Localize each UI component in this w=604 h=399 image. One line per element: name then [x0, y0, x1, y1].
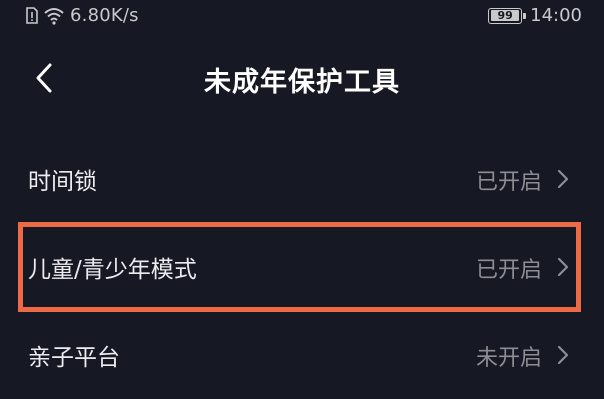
- setting-status: 未开启: [475, 346, 542, 371]
- chevron-right-icon: [557, 345, 569, 365]
- chevron-right-icon: [557, 169, 569, 189]
- battery-icon: 99: [488, 7, 527, 24]
- page-title: 未成年保护工具: [204, 67, 400, 98]
- setting-status: 已开启: [475, 258, 542, 283]
- setting-status: 已开启: [475, 170, 542, 195]
- battery-level: 99: [497, 9, 513, 22]
- clock: 14:00: [530, 5, 582, 26]
- status-bar: 6.80K/s 99 14:00: [0, 0, 604, 32]
- setting-row-parent-platform[interactable]: 亲子平台 未开启: [0, 311, 604, 399]
- status-bar-right: 99 14:00: [488, 5, 582, 26]
- setting-row-time-lock[interactable]: 时间锁 已开启: [0, 135, 604, 223]
- setting-label: 亲子平台: [28, 345, 120, 371]
- chevron-right-icon: [557, 257, 569, 277]
- wifi-icon: [44, 7, 64, 25]
- status-bar-left: 6.80K/s: [26, 5, 139, 26]
- setting-label: 时间锁: [28, 169, 97, 195]
- setting-label: 儿童/青少年模式: [28, 257, 197, 283]
- setting-row-teen-mode[interactable]: 儿童/青少年模式 已开启: [0, 223, 604, 311]
- sim-alert-icon: [26, 7, 38, 24]
- settings-list: 时间锁 已开启 儿童/青少年模式 已开启 亲子平台 未开启: [0, 135, 604, 399]
- navigation-bar: 未成年保护工具: [0, 50, 604, 106]
- network-speed: 6.80K/s: [70, 5, 139, 26]
